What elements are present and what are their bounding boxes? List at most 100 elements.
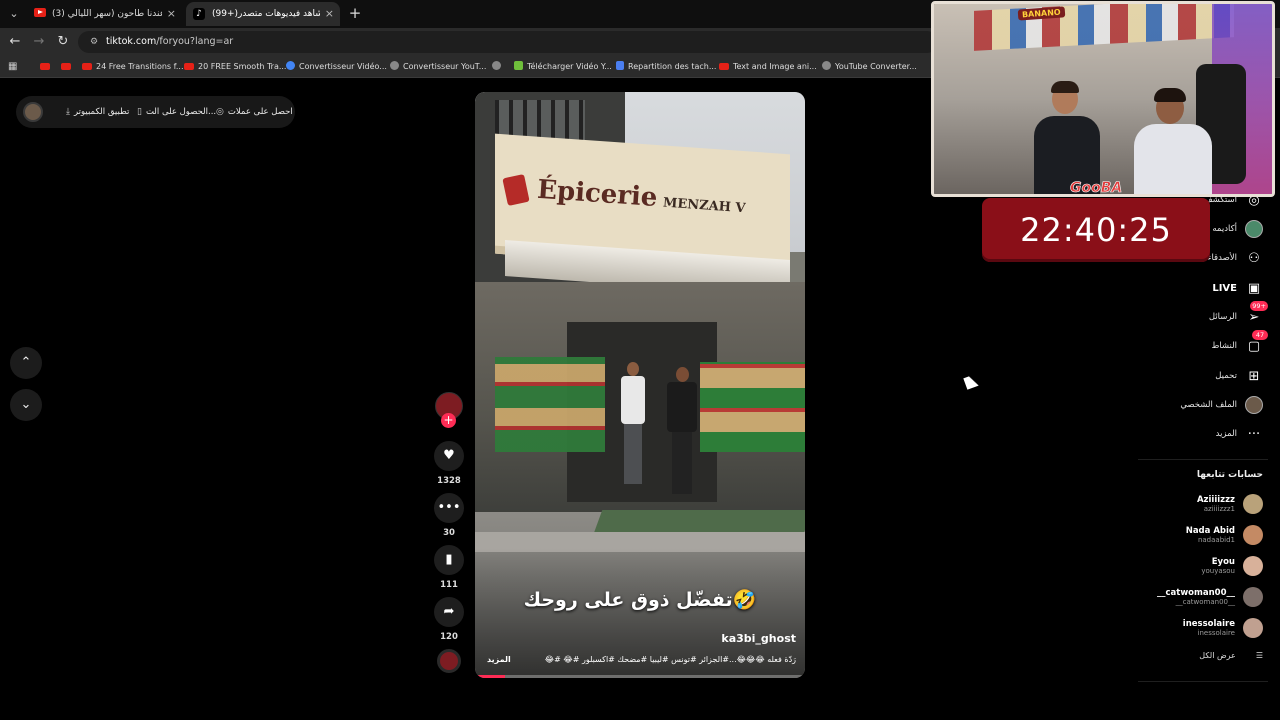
webcam-overlay: GooBA xyxy=(931,1,1275,197)
sidebar-item-activity[interactable]: النشاط ▢ 47 xyxy=(1211,330,1268,357)
show-all-button[interactable]: عرض الكل ☰ xyxy=(1199,651,1263,660)
see-more-link[interactable]: المزيد xyxy=(487,655,511,664)
sidebar-item-more[interactable]: المزيد ··· xyxy=(1216,423,1263,445)
avatar xyxy=(1243,494,1263,514)
url-text: tiktok.com/foryou?lang=ar xyxy=(106,31,233,53)
activity-badge: 47 xyxy=(1252,330,1268,340)
bookmark-item[interactable]: YouTube Converter... xyxy=(822,56,917,78)
video-progress-fill xyxy=(475,675,505,678)
bookmark-item[interactable]: Convertisseur YouT... xyxy=(390,56,486,78)
tab-youtube[interactable]: (3) كان عندنا طاحون (سهر الليالي × xyxy=(26,2,182,26)
sidebar-item-upload[interactable]: تحميل ⊞ xyxy=(1215,365,1263,387)
account-handle: inessolaire xyxy=(1197,629,1235,637)
reload-icon[interactable]: ↻ xyxy=(54,33,72,51)
bookmark-item[interactable]: Repartition des tach... xyxy=(616,56,716,78)
sidebar-item-live[interactable]: LIVE ▣ xyxy=(1212,277,1263,299)
bookmark-item[interactable]: Télécharger Vidéo Y... xyxy=(514,56,612,78)
sidebar-item-messages[interactable]: الرسائل ➢ 99+ xyxy=(1209,301,1268,328)
close-tab-icon[interactable]: × xyxy=(325,2,334,26)
like-button[interactable]: ♥ xyxy=(434,441,464,471)
desktop-app-button[interactable]: ⤓ تطبيق الكمبيوتر xyxy=(66,96,129,128)
sidebar-divider xyxy=(1138,459,1268,460)
bookmark-item[interactable]: Text and Image ani... xyxy=(719,56,817,78)
youtube-icon xyxy=(719,63,729,70)
youtube-icon xyxy=(40,63,50,70)
sidebar-item-label: الأصدقاء xyxy=(1207,253,1237,263)
video-player[interactable]: Épicerie MENZAH V تفضّل ذوق على روحك🤣 ka3… xyxy=(475,92,805,678)
youtube-icon xyxy=(184,63,194,70)
following-account[interactable]: Eyou youyasou xyxy=(1201,553,1263,579)
share-count: 120 xyxy=(440,632,458,642)
get-app-label: الحصول على الت... xyxy=(145,107,217,117)
youtube-icon xyxy=(82,63,92,70)
site-info-icon[interactable]: ⚙ xyxy=(88,36,100,48)
webcam-person xyxy=(1034,81,1100,194)
close-tab-icon[interactable]: × xyxy=(167,2,176,26)
apps-grid-icon[interactable]: ▦ xyxy=(8,61,19,72)
account-name: Aziiiizzz xyxy=(1196,495,1235,505)
save-button[interactable]: ▮ xyxy=(434,545,464,575)
phone-icon: ▯ xyxy=(137,107,142,117)
heart-icon: ♥ xyxy=(443,448,455,463)
video-caption: تفضّل ذوق على روحك🤣 xyxy=(523,589,757,611)
comment-button[interactable]: ••• xyxy=(434,493,464,523)
previous-video-button[interactable]: ⌃ xyxy=(10,347,42,379)
sidebar-item-label: LIVE xyxy=(1212,282,1237,294)
get-app-button[interactable]: ▯ الحصول على الت... xyxy=(137,96,216,128)
follow-plus-icon[interactable]: + xyxy=(441,413,456,428)
tab-tiktok[interactable]: ♪ (99+)شاهد فيديوهات متصدر × xyxy=(186,2,340,26)
sidebar-item-label: المزيد xyxy=(1215,429,1237,439)
following-account[interactable]: inessolaire inessolaire xyxy=(1183,615,1263,641)
get-coins-label: احصل على عملات xyxy=(227,107,293,117)
chevron-down-icon: ⌄ xyxy=(20,397,32,412)
music-disc-icon[interactable] xyxy=(437,649,461,673)
following-account[interactable]: Nada Abid nadaabid1 xyxy=(1186,522,1263,548)
avatar xyxy=(1243,587,1263,607)
avatar xyxy=(1245,396,1263,414)
google-icon xyxy=(286,61,295,70)
youtube-icon xyxy=(34,8,46,17)
forward-arrow-icon[interactable]: → xyxy=(30,33,48,51)
activity-icon: ▢ 47 xyxy=(1245,330,1268,355)
bookmark-label: YouTube Converter... xyxy=(835,62,917,71)
following-account[interactable]: Aziiiizzz aziiiizzz1 xyxy=(1197,491,1263,517)
tab-list-chevron-icon[interactable]: ⌄ xyxy=(6,6,22,22)
bookmark-item[interactable]: 24 Free Transitions f... xyxy=(82,56,184,78)
messages-icon: ➢ 99+ xyxy=(1248,301,1268,325)
sidebar-item-label: أكاديمه xyxy=(1212,224,1237,234)
following-accounts-title: حسابات تتابعها xyxy=(1196,470,1263,480)
globe-icon xyxy=(822,61,831,70)
youtube-icon xyxy=(61,63,71,70)
bookmark-item[interactable] xyxy=(492,56,505,78)
account-name: Eyou xyxy=(1211,557,1235,567)
next-video-button[interactable]: ⌄ xyxy=(10,389,42,421)
mouse-cursor xyxy=(963,374,979,390)
back-arrow-icon[interactable]: ← xyxy=(6,33,24,51)
sidebar-item-friends[interactable]: الأصدقاء ⚇ xyxy=(1207,247,1263,269)
video-progress-bar[interactable] xyxy=(475,675,805,678)
bookmark-item[interactable]: Convertisseur Vidéo... xyxy=(286,56,387,78)
get-coins-button[interactable]: ◎ احصل على عملات xyxy=(216,96,293,128)
globe-icon xyxy=(492,61,501,70)
list-icon: ☰ xyxy=(1255,651,1263,660)
video-person xyxy=(621,362,645,492)
bookmark-youtube[interactable] xyxy=(61,56,75,78)
bookmark-label: Repartition des tach... xyxy=(628,62,717,71)
sidebar-item-following[interactable]: أكاديمه xyxy=(1212,218,1263,240)
bookmark-item[interactable]: 20 FREE Smooth Tra... xyxy=(184,56,286,78)
bookmark-label: 20 FREE Smooth Tra... xyxy=(198,62,287,71)
bookmark-youtube[interactable] xyxy=(40,56,54,78)
account-handle: nadaabid1 xyxy=(1197,536,1235,544)
new-tab-button[interactable]: + xyxy=(346,4,364,22)
avatar[interactable] xyxy=(23,102,43,122)
account-name: __catwoman00__ xyxy=(1156,588,1235,598)
following-account[interactable]: __catwoman00__ __catwoman00__ xyxy=(1157,584,1263,610)
video-author[interactable]: ka3bi_ghost xyxy=(721,632,796,645)
share-button[interactable]: ➦ xyxy=(434,597,464,627)
sidebar-item-label: الملف الشخصي xyxy=(1180,400,1237,410)
tab-title: (3) كان عندنا طاحون (سهر الليالي xyxy=(52,9,162,19)
address-bar[interactable]: ⚙ tiktok.com/foryou?lang=ar xyxy=(78,31,938,53)
sidebar-item-profile[interactable]: الملف الشخصي xyxy=(1180,394,1263,416)
download-icon: ⤓ xyxy=(66,107,70,117)
tab-title: (99+)شاهد فيديوهات متصدر xyxy=(212,9,320,19)
